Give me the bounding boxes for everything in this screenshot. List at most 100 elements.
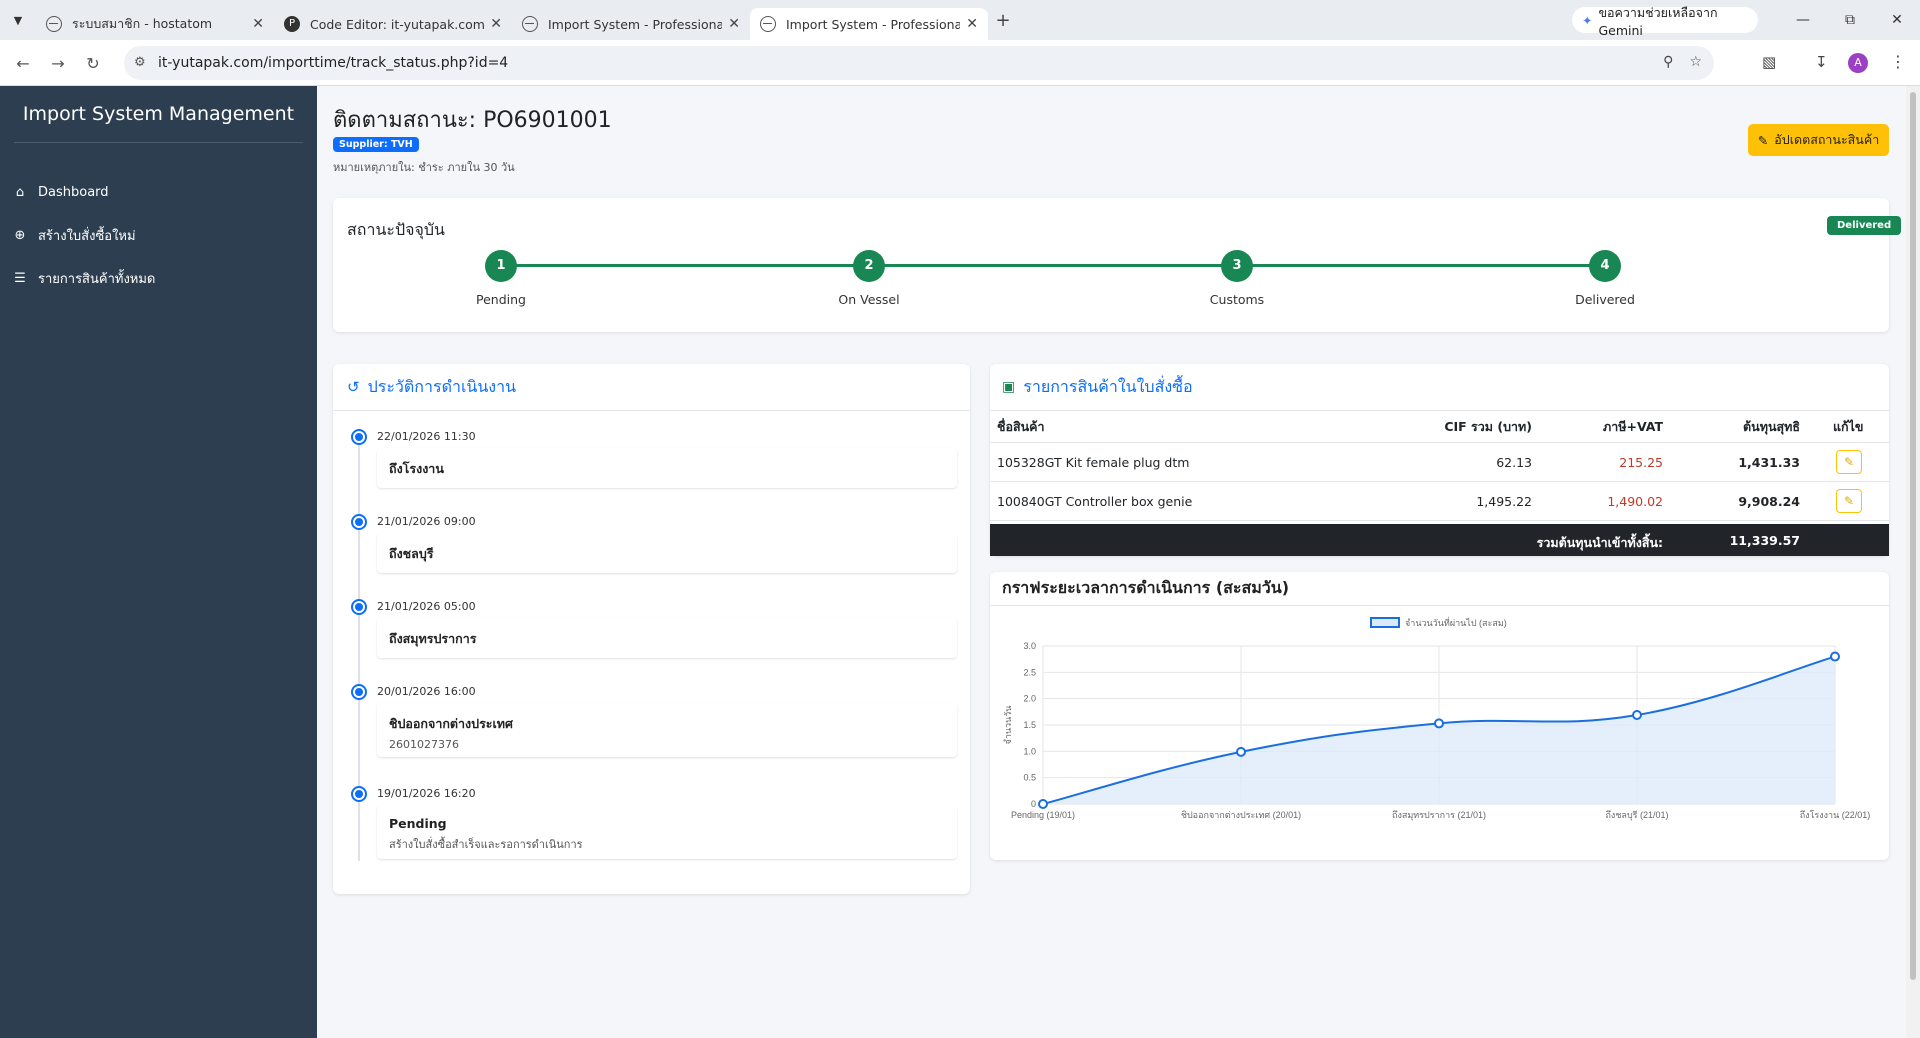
scrollbar-thumb[interactable] bbox=[1910, 92, 1916, 980]
total-label: รวมต้นทุนนำเข้าทั้งสิ้น: bbox=[1536, 535, 1663, 550]
timeline-date: 22/01/2026 11:30 bbox=[377, 430, 476, 443]
box-icon: ▣ bbox=[1002, 379, 1016, 395]
table-header-row: ชื่อสินค้า CIF รวม (บาท) ภาษี+VAT ต้นทุน… bbox=[990, 411, 1889, 443]
col-net-header: ต้นทุนสุทธิ bbox=[1743, 418, 1800, 434]
x-tick-label: ถึงสมุทรปราการ (21/01) bbox=[1392, 810, 1486, 821]
items-table: ชื่อสินค้า CIF รวม (บาท) ภาษี+VAT ต้นทุน… bbox=[990, 411, 1889, 521]
window-close-icon[interactable]: ✕ bbox=[1874, 0, 1920, 40]
sidebar-menu: ⌂ Dashboard ⊕ สร้างใบสั่งซื้อใหม่ ☰ รายก… bbox=[0, 171, 317, 300]
restore-icon[interactable]: ⧉ bbox=[1827, 0, 1873, 40]
item-tax: 1,490.02 bbox=[1607, 493, 1663, 509]
y-tick-label: 1.0 bbox=[1023, 746, 1036, 756]
x-tick-label: Pending (19/01) bbox=[1011, 810, 1075, 820]
data-point bbox=[1236, 746, 1246, 757]
step-number: 4 bbox=[1589, 250, 1621, 282]
list-icon: ☰ bbox=[14, 271, 26, 286]
close-icon[interactable]: ✕ bbox=[728, 16, 740, 32]
items-card: ▣ รายการสินค้าในใบสั่งซื้อ ชื่อสินค้า CI… bbox=[990, 364, 1889, 556]
browser-tab-2[interactable]: P Code Editor: it-yutapak.com / h ✕ bbox=[274, 8, 512, 40]
brand-title: Import System Management bbox=[14, 86, 303, 143]
page-scrollbar[interactable] bbox=[1906, 86, 1920, 1038]
minimize-icon[interactable]: — bbox=[1780, 0, 1826, 40]
sidebar-item-dashboard[interactable]: ⌂ Dashboard bbox=[0, 171, 317, 214]
gemini-button[interactable]: ✦ ขอความช่วยเหลือจาก Gemini bbox=[1572, 5, 1758, 38]
timeline-title: ถึงชลบุรี bbox=[389, 546, 434, 561]
table-total-row: รวมต้นทุนนำเข้าทั้งสิ้น: 11,339.57 bbox=[990, 524, 1889, 556]
chart-card: กราฟระยะเวลาการดำเนินการ (สะสมวัน) 0 0.5 1… bbox=[990, 572, 1889, 860]
url-text: it-yutapak.com/importtime/track_status.p… bbox=[158, 55, 509, 71]
url-bar[interactable]: ⚙ it-yutapak.com/importtime/track_status… bbox=[124, 46, 1714, 80]
timeline-dot-icon bbox=[351, 599, 367, 615]
data-point bbox=[1434, 718, 1444, 729]
col-cif-header: CIF รวม (บาท) bbox=[1444, 418, 1532, 434]
items-header: ▣ รายการสินค้าในใบสั่งซื้อ bbox=[990, 364, 1889, 411]
timeline-dot-icon bbox=[351, 786, 367, 802]
plus-circle-icon: ⊕ bbox=[14, 228, 26, 243]
download-icon[interactable]: ↧ bbox=[1815, 53, 1828, 71]
avatar[interactable]: A bbox=[1848, 53, 1868, 73]
supplier-badge: Supplier: TVH bbox=[333, 137, 419, 152]
status-step: 3 Customs bbox=[1167, 250, 1307, 307]
sidebar-item-label: รายการสินค้าทั้งหมด bbox=[38, 272, 156, 287]
status-card: สถานะปัจจุบัน Delivered 1 Pending 2 On V… bbox=[333, 198, 1902, 332]
edit-icon: ✎ bbox=[1757, 132, 1769, 148]
timeline-date: 20/01/2026 16:00 bbox=[377, 685, 476, 698]
item-cif: 62.13 bbox=[1496, 454, 1532, 470]
edit-item-button[interactable]: ✎ bbox=[1836, 489, 1862, 513]
browser-tab-1[interactable]: ระบบสมาชิก - hostatom ✕ bbox=[36, 8, 274, 40]
item-name: 100840GT Controller box genie bbox=[997, 493, 1193, 509]
bookmark-star-icon[interactable]: ☆ bbox=[1689, 54, 1702, 70]
sidebar-item-create-po[interactable]: ⊕ สร้างใบสั่งซื้อใหม่ bbox=[0, 214, 317, 257]
gemini-sparkle-icon: ✦ bbox=[1582, 12, 1593, 28]
timeline-card: ถึงชลบุรี bbox=[377, 533, 957, 573]
zoom-icon[interactable]: ⚲ bbox=[1663, 54, 1673, 70]
site-info-icon[interactable]: ⚙ bbox=[134, 55, 146, 70]
y-tick-label: 3.0 bbox=[1023, 641, 1036, 651]
internal-note: หมายเหตุภายใน: ชำระ ภายใน 30 วัน bbox=[333, 161, 515, 174]
sidebar-item-all-products[interactable]: ☰ รายการสินค้าทั้งหมด bbox=[0, 257, 317, 300]
status-step: 4 Delivered bbox=[1535, 250, 1675, 307]
duration-line-chart: 0 0.5 1.0 1.5 2.0 2.5 3.0 Pending (19/01) ชิปออก… bbox=[1003, 616, 1871, 821]
address-toolbar: ← → ↻ ⚙ it-yutapak.com/importtime/track_… bbox=[0, 40, 1920, 86]
timeline-date: 21/01/2026 05:00 bbox=[377, 600, 476, 613]
forward-icon[interactable]: → bbox=[45, 50, 71, 76]
col-edit-header: แก้ไข bbox=[1833, 418, 1864, 434]
item-tax: 215.25 bbox=[1619, 454, 1663, 470]
items-title: รายการสินค้าในใบสั่งซื้อ bbox=[1023, 376, 1193, 396]
reload-icon[interactable]: ↻ bbox=[80, 50, 106, 76]
timeline-card: ถึงโรงงาน bbox=[377, 448, 957, 488]
globe-icon bbox=[760, 16, 776, 32]
timeline-card: Pending สร้างใบสั่งซื้อสำเร็จและรอการดำเ… bbox=[377, 805, 957, 859]
gemini-label: ขอความช่วยเหลือจาก Gemini bbox=[1598, 4, 1718, 38]
sidebar: Import System Management ⌂ Dashboard ⊕ ส… bbox=[0, 86, 317, 1038]
step-label: Delivered bbox=[1575, 292, 1635, 307]
y-tick-label: 2.5 bbox=[1023, 667, 1036, 677]
sidebar-item-label: Dashboard bbox=[38, 185, 109, 200]
status-step: 1 Pending bbox=[431, 250, 571, 307]
tab-search-icon[interactable]: ▼ bbox=[0, 0, 36, 40]
progress-track bbox=[501, 264, 1605, 267]
sidebar-item-label: สร้างใบสั่งซื้อใหม่ bbox=[38, 229, 136, 244]
data-point bbox=[1632, 709, 1642, 720]
tab-label: Code Editor: it-yutapak.com / h bbox=[310, 16, 485, 32]
browser-menu-icon[interactable]: ⋮ bbox=[1890, 52, 1906, 71]
history-card: ↺ ประวัติการดำเนินงาน 22/01/2026 11:30 ถ… bbox=[333, 364, 970, 894]
y-axis-label: จำนวนวัน bbox=[1003, 706, 1013, 745]
x-tick-label: ถึงโรงงาน (22/01) bbox=[1800, 810, 1871, 820]
extensions-icon[interactable]: ▧ bbox=[1762, 53, 1776, 71]
item-name: 105328GT Kit female plug dtm bbox=[997, 454, 1190, 470]
edit-item-button[interactable]: ✎ bbox=[1836, 450, 1862, 474]
timeline-title: Pending bbox=[389, 816, 447, 831]
back-icon[interactable]: ← bbox=[10, 50, 36, 76]
step-number: 2 bbox=[853, 250, 885, 282]
update-status-button[interactable]: ✎ อัปเดตสถานะสินค้า bbox=[1748, 124, 1889, 156]
timeline-title: ถึงสมุทรปราการ bbox=[389, 631, 477, 646]
close-icon[interactable]: ✕ bbox=[966, 16, 978, 32]
browser-tab-3[interactable]: Import System - Professional ✕ bbox=[512, 8, 750, 40]
new-tab-button[interactable]: + bbox=[988, 10, 1018, 31]
browser-tab-4[interactable]: Import System - Professional ✕ bbox=[750, 8, 988, 40]
close-icon[interactable]: ✕ bbox=[252, 16, 264, 32]
history-header: ↺ ประวัติการดำเนินงาน bbox=[333, 364, 970, 411]
history-icon: ↺ bbox=[347, 378, 360, 396]
close-icon[interactable]: ✕ bbox=[490, 16, 502, 32]
